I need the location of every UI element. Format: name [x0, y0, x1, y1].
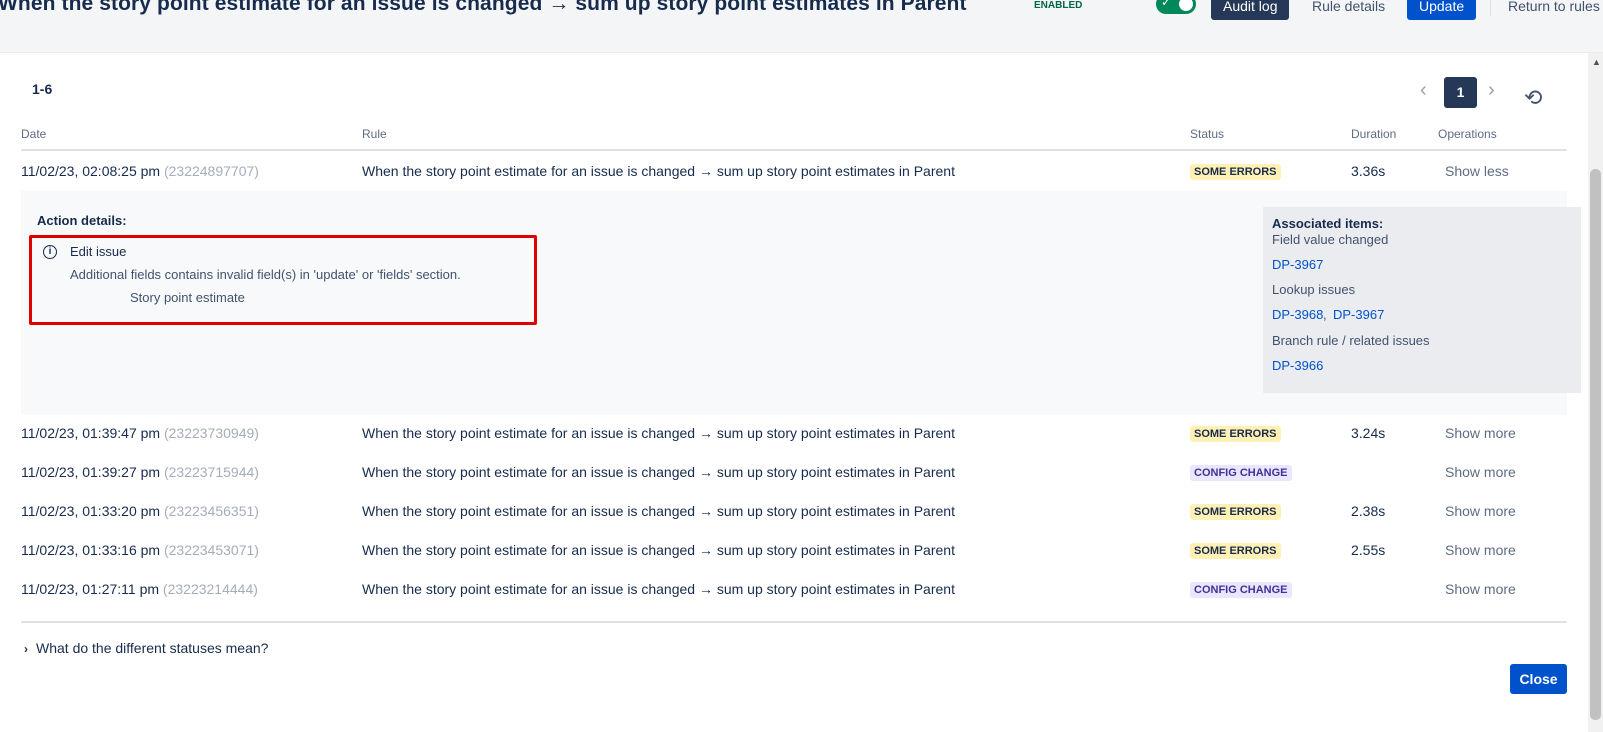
divider — [21, 621, 1567, 623]
row-duration: 2.38s — [1351, 503, 1386, 519]
rule-enabled-toggle[interactable]: ✓ — [1156, 0, 1196, 14]
info-icon: i — [43, 245, 57, 259]
lookup-issues-label: Lookup issues — [1272, 282, 1356, 297]
column-header-date: Date — [21, 127, 47, 141]
row-date: 11/02/23, 01:33:20 pm (23223456351) — [21, 503, 259, 519]
row-duration: 3.24s — [1351, 425, 1386, 441]
issue-link[interactable]: DP-3968 — [1272, 307, 1323, 322]
row-rule: When the story point estimate for an iss… — [362, 581, 955, 597]
row-rule: When the story point estimate for an iss… — [362, 542, 955, 558]
pagination-page-current[interactable]: 1 — [1444, 77, 1477, 108]
toggle-knob — [1179, 0, 1193, 11]
row-date: 11/02/23, 01:33:16 pm (23223453071) — [21, 542, 259, 558]
row-duration: 2.55s — [1351, 542, 1386, 558]
column-header-operations: Operations — [1438, 127, 1497, 141]
column-header-rule: Rule — [362, 127, 387, 141]
return-to-rules-button[interactable]: Return to rules — [1496, 0, 1603, 20]
row-rule: When the story point estimate for an iss… — [362, 464, 955, 480]
status-badge: SOME ERRORS — [1190, 164, 1281, 180]
error-message: Additional fields contains invalid field… — [70, 267, 461, 282]
top-bar: When the story point estimate for an iss… — [0, 0, 1603, 52]
table-row[interactable]: 11/02/23, 01:33:16 pm (23223453071) When… — [21, 532, 1567, 568]
issue-link[interactable]: DP-3967 — [1333, 307, 1384, 322]
table-row[interactable]: 11/02/23, 01:39:27 pm (23223715944) When… — [21, 454, 1567, 490]
close-button[interactable]: Close — [1510, 664, 1567, 694]
row-date: 11/02/23, 02:08:25 pm (23224897707) — [21, 163, 259, 179]
status-badge: CONFIG CHANGE — [1190, 582, 1292, 598]
associated-items-panel: Associated items: Field value changed DP… — [1263, 207, 1581, 393]
scroll-up-arrow-icon[interactable]: ▲ — [1592, 57, 1601, 67]
error-highlight-box: i Edit issue Additional fields contains … — [29, 235, 537, 325]
action-details-panel: Action details: i Edit issue Additional … — [21, 191, 1581, 415]
action-details-label: Action details: — [37, 213, 127, 228]
issue-link[interactable]: DP-3967 — [1272, 257, 1323, 272]
show-less-button[interactable]: Show less — [1445, 163, 1509, 179]
show-more-button[interactable]: Show more — [1445, 425, 1516, 441]
update-button[interactable]: Update — [1407, 0, 1477, 20]
action-name: Edit issue — [70, 244, 127, 259]
row-duration: 3.36s — [1351, 163, 1386, 179]
show-more-button[interactable]: Show more — [1445, 503, 1516, 519]
issue-link[interactable]: DP-3966 — [1272, 358, 1323, 373]
status-badge: SOME ERRORS — [1190, 504, 1281, 520]
refresh-icon[interactable]: ⟲ — [1524, 85, 1542, 111]
row-rule: When the story point estimate for an iss… — [362, 425, 955, 441]
enabled-lozenge: ENABLED — [1034, 0, 1083, 11]
status-badge: SOME ERRORS — [1190, 426, 1281, 442]
statuses-help-label: What do the different statuses mean? — [36, 640, 269, 656]
table-row[interactable]: 11/02/23, 01:39:47 pm (23223730949) When… — [21, 415, 1567, 451]
rule-details-button[interactable]: Rule details — [1300, 0, 1397, 20]
column-header-duration: Duration — [1351, 127, 1397, 141]
error-field: Story point estimate — [130, 290, 245, 305]
branch-rule-label: Branch rule / related issues — [1272, 333, 1430, 348]
chevron-left-icon[interactable]: ‹ — [1420, 79, 1427, 102]
statuses-help-toggle[interactable]: › What do the different statuses mean? — [24, 640, 268, 656]
table-row[interactable]: 11/02/23, 01:27:11 pm (23223214444) When… — [21, 571, 1567, 607]
row-date: 11/02/23, 01:39:47 pm (23223730949) — [21, 425, 259, 441]
row-date: 11/02/23, 01:27:11 pm (23223214444) — [21, 581, 258, 597]
scrollbar-thumb[interactable] — [1590, 169, 1601, 720]
chevron-right-icon: › — [24, 642, 28, 656]
table-row[interactable]: 11/02/23, 01:33:20 pm (23223456351) When… — [21, 493, 1567, 529]
show-more-button[interactable]: Show more — [1445, 542, 1516, 558]
status-badge: CONFIG CHANGE — [1190, 465, 1292, 481]
check-icon: ✓ — [1161, 0, 1172, 9]
row-rule: When the story point estimate for an iss… — [362, 503, 955, 519]
show-more-button[interactable]: Show more — [1445, 581, 1516, 597]
column-header-status: Status — [1190, 127, 1225, 141]
chevron-right-icon[interactable]: › — [1488, 79, 1495, 102]
rule-title: When the story point estimate for an iss… — [0, 0, 967, 15]
divider — [1490, 0, 1491, 16]
audit-log-button[interactable]: Audit log — [1211, 0, 1290, 20]
field-value-changed-label: Field value changed — [1272, 232, 1389, 247]
row-date: 11/02/23, 01:39:27 pm (23223715944) — [21, 464, 259, 480]
scrollbar[interactable]: ▲ — [1588, 53, 1603, 732]
result-count: 1-6 — [32, 81, 53, 97]
row-rule: When the story point estimate for an iss… — [362, 163, 955, 179]
audit-log-modal: 1-6 ‹ 1 › ⟲ Date Rule Status Duration Op… — [0, 52, 1603, 732]
table-row[interactable]: 11/02/23, 02:08:25 pm (23224897707) When… — [21, 153, 1567, 189]
divider — [21, 149, 1567, 151]
show-more-button[interactable]: Show more — [1445, 464, 1516, 480]
associated-items-title: Associated items: — [1272, 216, 1384, 231]
status-badge: SOME ERRORS — [1190, 543, 1281, 559]
link-separator: , — [1323, 307, 1327, 322]
